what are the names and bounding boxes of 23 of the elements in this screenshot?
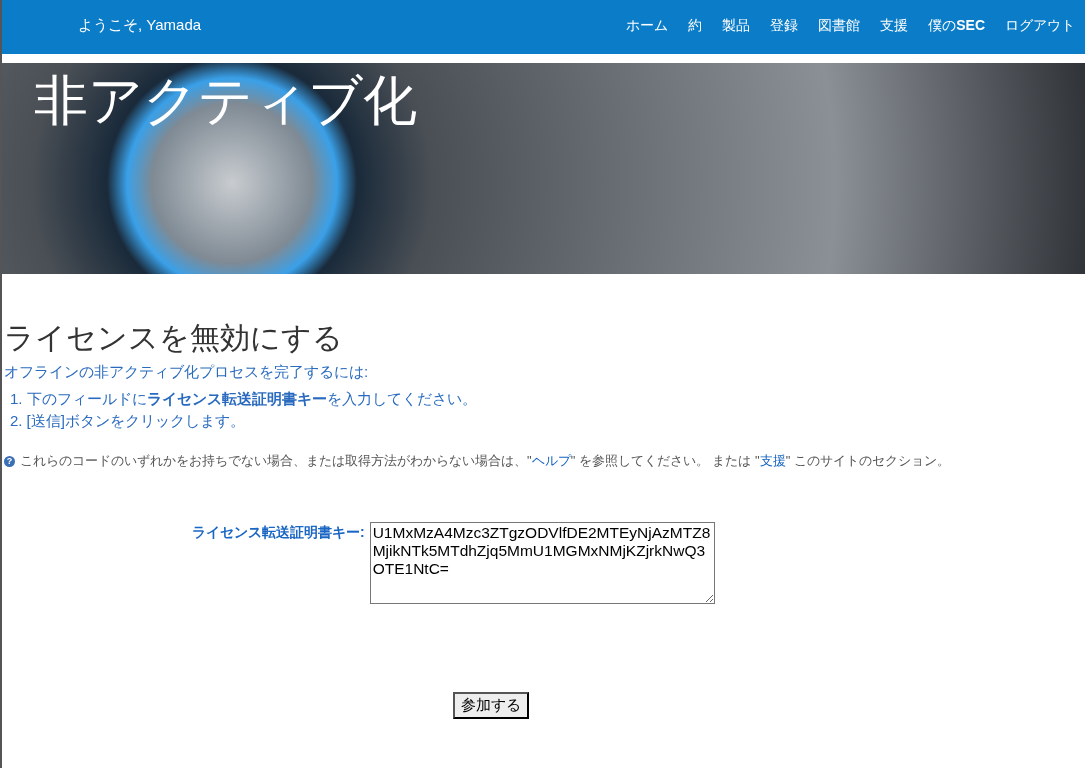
page-heading: ライセンスを無効にする — [4, 320, 344, 356]
intro-text: オフラインの非アクティブ化プロセスを完了するには: — [4, 363, 370, 382]
step-text: [送信]ボタンをクリックします。 — [26, 411, 245, 431]
nav-link[interactable]: 約 — [688, 17, 703, 35]
nav-link[interactable]: 製品 — [722, 17, 751, 35]
nav-link[interactable]: 支援 — [880, 17, 909, 35]
help-link[interactable]: ヘルプ — [531, 453, 571, 468]
help-text: これらのコードのいずれかをお持ちでない場合、または取得方法がわからない場合は、"ヘルプ" を参照してください。 または "支援" このサイトのセクション。 — [20, 452, 950, 470]
submit-button[interactable]: 参加する — [453, 692, 529, 719]
nav-link[interactable]: 登録 — [770, 17, 799, 35]
field-label: ライセンス転送証明書キー: — [192, 524, 365, 542]
nav-link[interactable]: 図書館 — [818, 17, 861, 35]
hero-title: 非アクティブ化 — [34, 69, 417, 132]
key-field[interactable]: U1MxMzA4Mzc3ZTgzODVlfDE2MTEyNjAzMTZ8MjikNTk5MTdhZjq5MmU1MGMxNMjKZjrkNwQ3OTE1NtC= — [369, 522, 715, 604]
step-number: 2. — [10, 411, 23, 431]
support-link[interactable]: 支援 — [759, 453, 786, 468]
nav-link[interactable]: 僕のSEC — [928, 17, 985, 35]
step-text: 下のフィールドにライセンス転送証明書キーを入力してください。 — [26, 389, 477, 409]
nav-link[interactable]: ログアウト — [1005, 17, 1075, 35]
step-number: 1. — [10, 389, 23, 409]
nav-link[interactable]: ホーム — [626, 17, 669, 35]
welcome-text: ようこそ, Yamada — [78, 16, 202, 35]
help-icon: ? — [4, 455, 15, 467]
